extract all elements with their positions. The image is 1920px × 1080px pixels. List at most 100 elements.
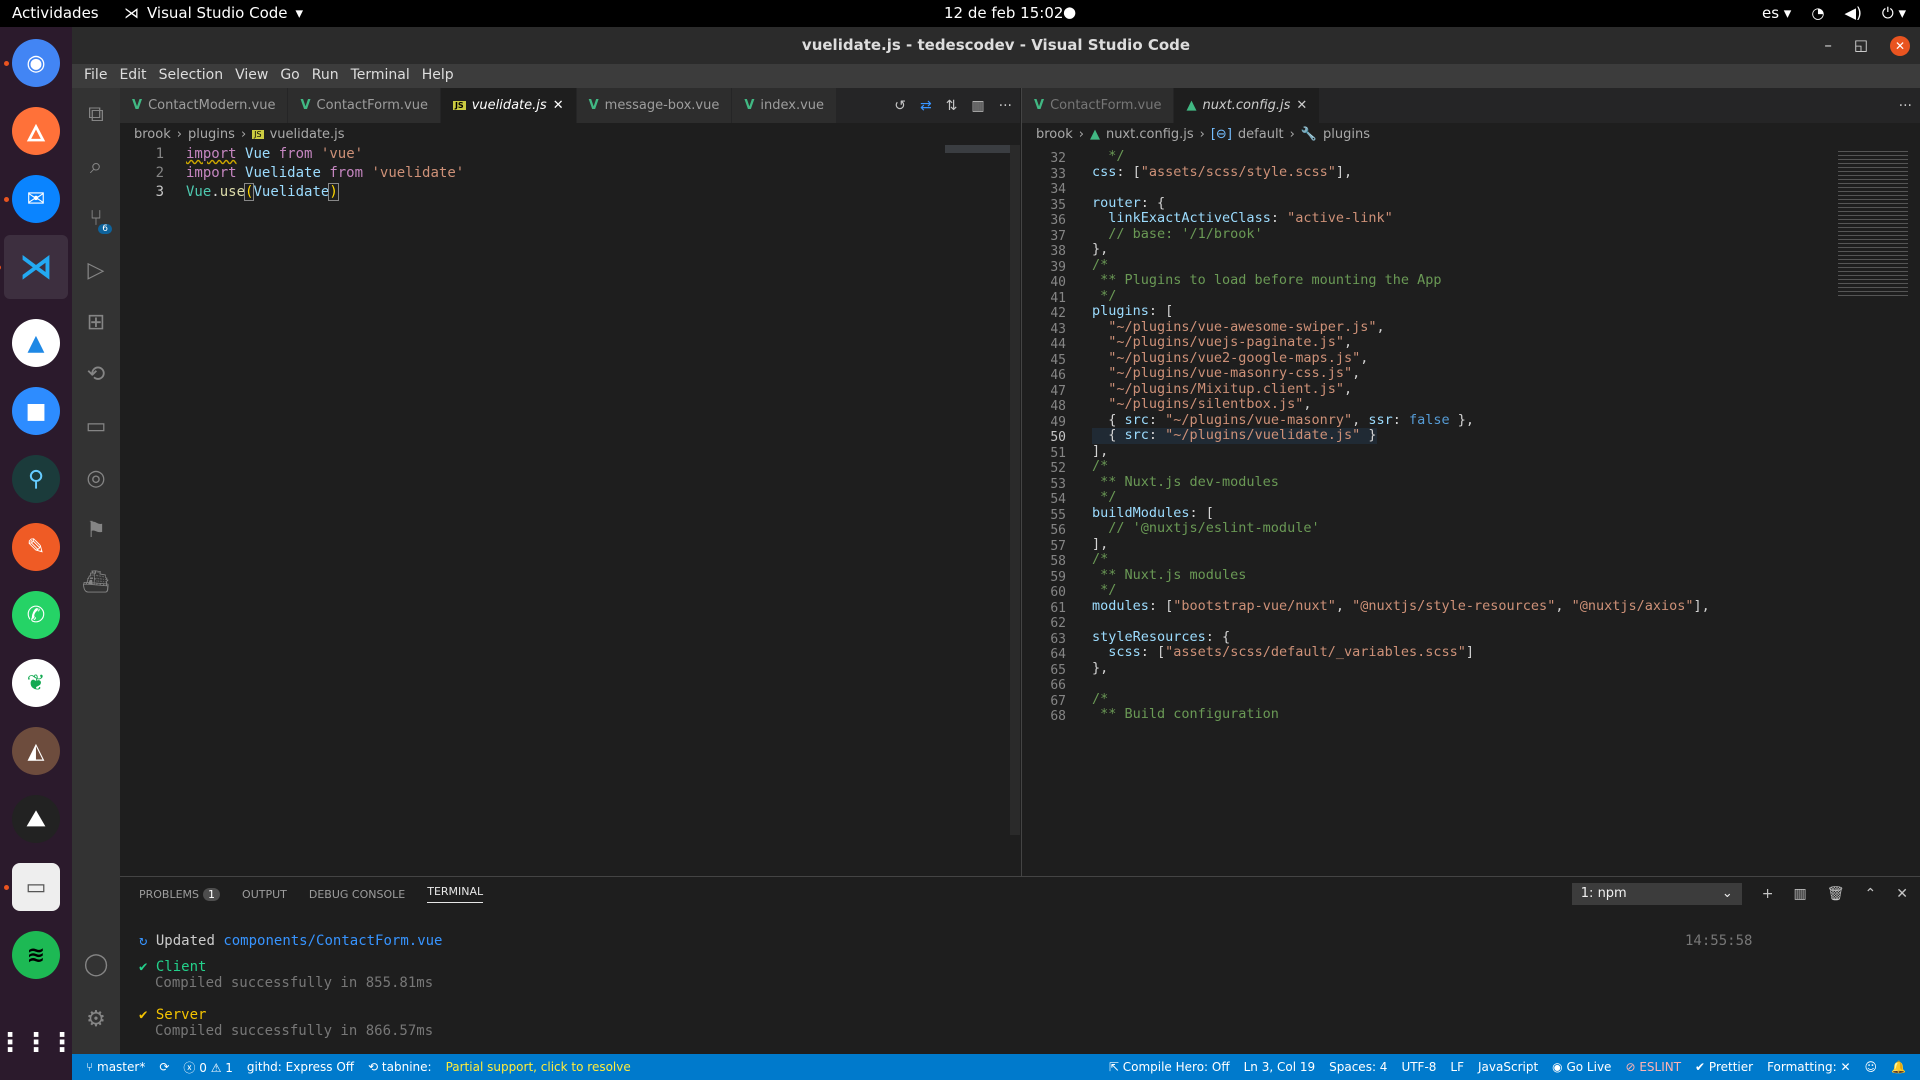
clock[interactable]: 12 de feb 15:02 [944,4,1063,22]
sync-icon[interactable]: ⇄ [920,98,932,114]
files-icon[interactable]: ▭ [4,863,60,911]
feedback-icon[interactable]: ☺ [1865,1060,1878,1074]
code-line: modules: ["bootstrap-vue/nuxt", "@nuxtjs… [1092,597,1710,614]
menu-run[interactable]: Run [306,64,345,88]
draw-icon[interactable]: ▲ [12,319,60,367]
formatting-indicator[interactable]: Formatting: ✕ [1767,1060,1850,1074]
zoom-icon[interactable]: ■ [12,387,60,435]
menu-terminal[interactable]: Terminal [345,64,416,88]
menu-edit[interactable]: Edit [113,64,152,88]
tab-vuelidate[interactable]: JS vuelidate.js ✕ [440,88,577,123]
compare-icon[interactable]: ⇅ [946,98,958,114]
tab-terminal[interactable]: TERMINAL [427,885,484,903]
live-share-icon[interactable]: ⟲ [72,348,120,400]
more-icon[interactable]: ··· [999,98,1012,114]
tab-output[interactable]: OUTPUT [242,888,287,901]
dbeaver-icon[interactable]: ◭ [12,727,60,775]
language-indicator[interactable]: es ▾ [1762,4,1791,22]
account-icon[interactable]: ◯ [72,938,120,990]
run-debug-icon[interactable]: ▷ [72,244,120,296]
indentation[interactable]: Spaces: 4 [1329,1060,1387,1074]
cursor-position[interactable]: Ln 3, Col 19 [1244,1060,1316,1074]
mongodb-icon[interactable]: ❦ [12,659,60,707]
close-panel-icon[interactable]: ✕ [1896,886,1908,902]
tab-debug-console[interactable]: DEBUG CONSOLE [309,888,405,901]
breadcrumb-right[interactable]: brook › ▲ nuxt.config.js › [⊖] default › 🔧 plugin… [1022,123,1920,145]
close-tab-icon[interactable]: ✕ [553,98,564,113]
explorer-icon[interactable]: ⧉ [72,88,120,140]
tab-problems[interactable]: PROBLEMS 1 [139,887,221,901]
docker-icon[interactable]: ⛴ [72,556,120,608]
minimap-right[interactable] [1838,148,1908,298]
gear-icon[interactable]: ⚙ [72,993,120,1045]
system-tray[interactable]: es ▾ ◔ ◀) ⏻ ▾ [1762,4,1906,22]
thunderbird-icon[interactable]: ✉ [4,175,60,223]
end-of-line[interactable]: LF [1450,1060,1464,1074]
postman-icon[interactable]: ✎ [12,523,60,571]
extensions-icon[interactable]: ⊞ [72,296,120,348]
gitkraken-icon[interactable]: ⚲ [12,455,60,503]
maximize-panel-icon[interactable]: ⌃ [1865,886,1877,902]
tabnine-indicator[interactable]: ⟲ tabnine: [368,1060,432,1074]
more-icon[interactable]: ··· [1899,98,1912,114]
sync-icon[interactable]: ⟳ [159,1060,169,1074]
menu-selection[interactable]: Selection [153,64,230,88]
add-terminal-icon[interactable]: + [1762,886,1774,902]
bookmark-icon[interactable]: ⚑ [72,504,120,556]
close-tab-icon[interactable]: ✕ [1296,98,1307,113]
timeline-icon[interactable]: ↺ [894,98,906,114]
menu-go[interactable]: Go [274,64,305,88]
split-terminal-icon[interactable]: ▥ [1794,886,1807,902]
breadcrumb[interactable]: brook › plugins › JS vuelidate.js [120,123,1020,145]
chrome-icon[interactable]: ◉ [4,39,60,87]
encoding[interactable]: UTF-8 [1401,1060,1436,1074]
minimize-icon[interactable]: – [1824,27,1832,64]
spotify-icon[interactable]: ≋ [12,931,60,979]
minimap-left[interactable] [945,145,1019,153]
apps-grid-icon[interactable]: ⋮⋮⋮ [0,1019,75,1067]
folder-icon[interactable]: ▭ [72,400,120,452]
trash-icon[interactable]: 🗑 [1827,886,1845,902]
terminal-select[interactable]: 1: npm ⌄ [1571,883,1742,905]
close-icon[interactable]: ✕ [1890,35,1910,56]
menu-file[interactable]: File [78,64,113,88]
scrollbar-left[interactable] [1010,145,1020,835]
vscode-icon[interactable]: ⋊ [0,235,68,299]
split-editor-icon[interactable]: ▥ [971,98,984,114]
go-live[interactable]: ◉ Go Live [1552,1060,1611,1074]
tab-bar-left: V ContactModern.vue V ContactForm.vue JS vu… [120,88,1020,123]
tab-index[interactable]: Vindex.vue [732,88,838,123]
tab-contactform[interactable]: V ContactForm.vue [288,88,441,123]
partial-support-link[interactable]: Partial support, click to resolve [446,1060,631,1074]
source-control-icon[interactable]: ⑂ 6 [72,192,120,244]
code-area-left[interactable]: 1 import Vue from 'vue' 2 import Vuelida… [120,145,1020,865]
compile-hero[interactable]: ⇱ Compile Hero: Off [1109,1060,1230,1074]
bottom-panel: PROBLEMS 1 OUTPUT DEBUG CONSOLE TERMINAL … [120,876,1920,1072]
menu-help[interactable]: Help [416,64,460,88]
editor-right[interactable]: V ContactForm.vue ▲ nuxt.config.js ✕ ··· br… [1022,88,1920,876]
code-area-right[interactable]: 32 */33 css: ["assets/scss/style.scss"], 3… [1022,145,1920,876]
code-line: }, [1092,659,1109,676]
activities-button[interactable]: Actividades [12,4,99,22]
app-menu[interactable]: ⋊ Visual Studio Code ▾ [124,4,303,22]
tab-contactmodern[interactable]: V ContactModern.vue [120,88,289,123]
terminal-output[interactable]: ↻ Updated components/ContactForm.vue 14:… [139,933,1752,1072]
git-graph-icon[interactable]: ◎ [72,452,120,504]
inkscape-icon[interactable]: ⛰ [12,795,60,843]
editor-left[interactable]: V ContactModern.vue V ContactForm.vue JS vu… [120,88,1020,876]
tab-nuxt-config[interactable]: ▲ nuxt.config.js ✕ [1174,88,1321,123]
branch-indicator[interactable]: ⑂ master* [86,1060,145,1074]
whatsapp-icon[interactable]: ✆ [12,591,60,639]
maximize-icon[interactable]: ◱ [1854,27,1868,64]
firefox-icon[interactable]: 🜂 [12,107,60,155]
search-icon[interactable]: ⌕ [72,140,120,192]
language-mode[interactable]: JavaScript [1478,1060,1538,1074]
bell-icon[interactable]: 🔔 [1891,1060,1906,1074]
eslint-indicator[interactable]: ⊘ ESLINT [1625,1060,1681,1074]
prettier-indicator[interactable]: ✔ Prettier [1695,1060,1753,1074]
tab-contactform-right[interactable]: V ContactForm.vue [1022,88,1175,123]
tab-message-box[interactable]: Vmessage-box.vue [576,88,733,123]
menu-view[interactable]: View [229,64,274,88]
problems-indicator[interactable]: ⓧ 0 ⚠ 1 [183,1059,233,1076]
githd-indicator[interactable]: githd: Express Off [247,1060,354,1074]
